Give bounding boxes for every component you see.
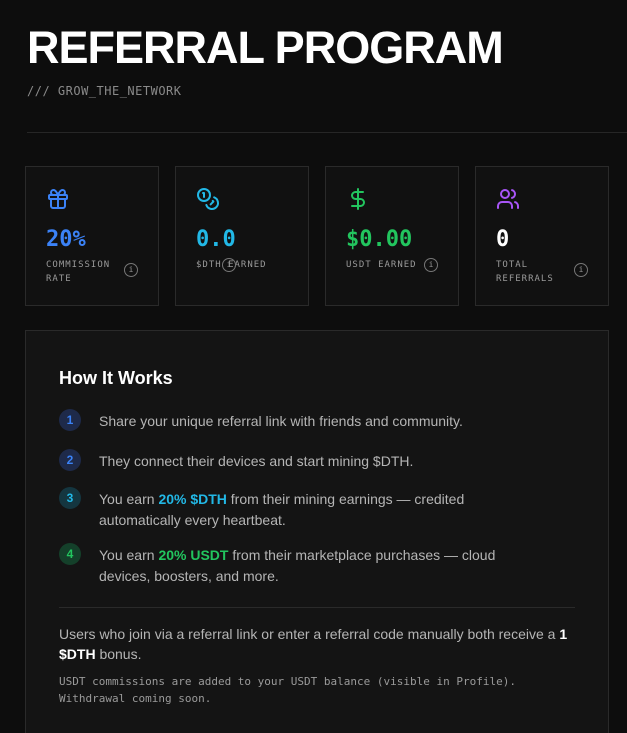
commission-rate-label: COMMISSION RATE bbox=[46, 260, 111, 284]
info-icon[interactable]: i bbox=[124, 263, 138, 277]
step-text: You earn 20% USDT from their marketplace… bbox=[99, 547, 496, 584]
commission-rate-card: 20% COMMISSION RATE i bbox=[25, 166, 159, 306]
page-title: REFERRAL PROGRAM bbox=[27, 22, 504, 73]
step-number: 2 bbox=[59, 449, 81, 471]
dth-earned-card: 0.0 $DTH EARNED i bbox=[175, 166, 309, 306]
step-number: 3 bbox=[59, 487, 81, 509]
usdt-earned-label: USDT EARNED bbox=[346, 260, 417, 270]
how-it-works-title: How It Works bbox=[59, 368, 173, 388]
step-text: You earn 20% $DTH from their mining earn… bbox=[99, 491, 465, 528]
step-number: 1 bbox=[59, 409, 81, 431]
panel-divider bbox=[59, 607, 575, 608]
dth-highlight: 20% $DTH bbox=[158, 491, 227, 507]
step-text: Share your unique referral link with fri… bbox=[99, 413, 463, 429]
dollar-icon bbox=[351, 188, 365, 210]
usdt-highlight: 20% USDT bbox=[158, 547, 229, 563]
total-referrals-label: TOTAL REFERRALS bbox=[496, 260, 554, 284]
usdt-earned-card: $0.00 USDT EARNED i bbox=[325, 166, 459, 306]
dth-earned-value: 0.0 bbox=[196, 227, 236, 252]
step-text: They connect their devices and start min… bbox=[99, 453, 414, 469]
users-icon bbox=[497, 189, 519, 209]
bonus-note: Users who join via a referral link or en… bbox=[59, 626, 568, 662]
info-icon[interactable]: i bbox=[424, 258, 438, 272]
page-subtitle: /// GROW_THE_NETWORK bbox=[27, 84, 182, 98]
header-divider bbox=[27, 132, 627, 133]
how-it-works-panel: How It Works 1 Share your unique referra… bbox=[25, 330, 609, 733]
total-referrals-card: 0 TOTAL REFERRALS i bbox=[475, 166, 609, 306]
total-referrals-value: 0 bbox=[496, 227, 510, 252]
step-number: 4 bbox=[59, 543, 81, 565]
commission-rate-value: 20% bbox=[46, 227, 86, 252]
usdt-commission-note: USDT commissions are added to your USDT … bbox=[59, 675, 516, 705]
usdt-earned-value: $0.00 bbox=[346, 227, 413, 252]
gift-icon bbox=[48, 189, 68, 209]
info-icon[interactable]: i bbox=[574, 263, 588, 277]
info-icon[interactable]: i bbox=[222, 258, 236, 272]
coins-icon bbox=[197, 188, 219, 210]
